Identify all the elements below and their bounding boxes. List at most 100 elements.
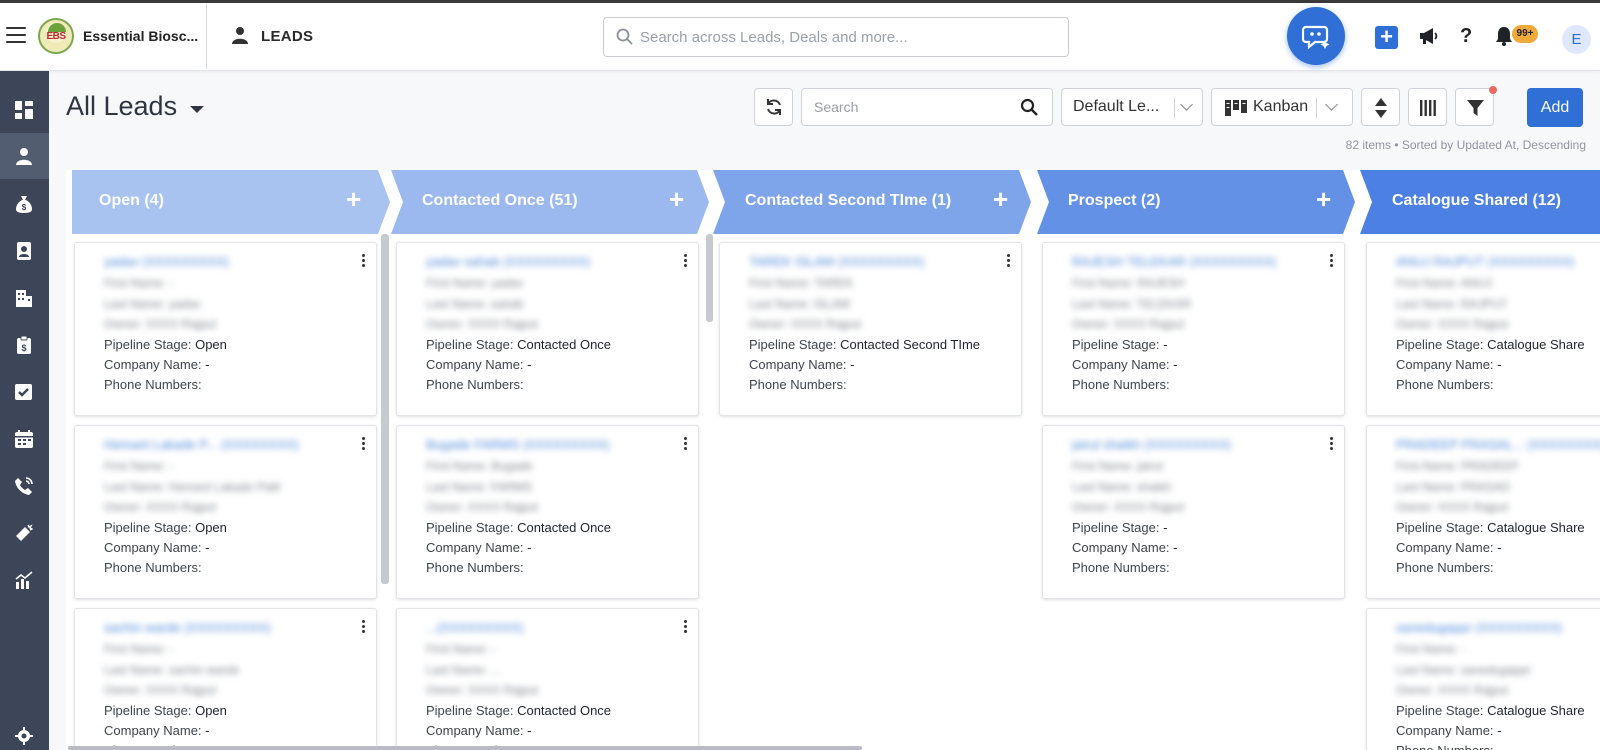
field-label: Phone Numbers: bbox=[426, 377, 524, 392]
lead-card[interactable]: TAREK ISLAM (XXXXXXXXX) First Name: TARE… bbox=[719, 242, 1022, 416]
svg-text:$: $ bbox=[21, 343, 26, 353]
lead-name-link[interactable]: sachin warde (XXXXXXXXX) bbox=[104, 620, 271, 635]
pipeline-stage-field: Pipeline Stage: Catalogue Share bbox=[1396, 520, 1585, 535]
lead-last-name: Last Name: sanedugappr bbox=[1396, 663, 1531, 677]
sidebar-item-dashboard[interactable] bbox=[0, 87, 49, 133]
add-lead-button[interactable]: Add bbox=[1527, 88, 1583, 127]
stage-header[interactable]: Prospect (2) + bbox=[1037, 170, 1355, 234]
company-name-value: - bbox=[1173, 540, 1178, 555]
column-scrollbar[interactable] bbox=[381, 234, 389, 584]
field-label: Pipeline Stage: bbox=[104, 337, 196, 352]
lead-first-name: First Name: yadav bbox=[426, 276, 524, 290]
leads-search-input[interactable] bbox=[814, 97, 1014, 117]
sidebar-item-settings[interactable] bbox=[0, 713, 49, 750]
card-menu-kebab-icon[interactable] bbox=[1330, 437, 1334, 451]
lead-card[interactable]: Bugade FARMS (XXXXXXXXX) First Name: Bug… bbox=[396, 425, 699, 599]
lead-name-link[interactable]: Hemant Lakade P... (XXXXXXXX) bbox=[104, 437, 299, 452]
sort-button[interactable] bbox=[1361, 88, 1400, 126]
lead-name-link[interactable]: yadav (XXXXXXXXX) bbox=[104, 254, 229, 269]
lead-card[interactable]: sachin warde (XXXXXXXXX) First Name: - L… bbox=[74, 608, 377, 750]
lead-name-link[interactable]: TAREK ISLAM (XXXXXXXXX) bbox=[749, 254, 924, 269]
lead-name-link[interactable]: ...(XXXXXXXXX) bbox=[426, 620, 524, 635]
search-icon[interactable] bbox=[1020, 98, 1038, 116]
global-search-input[interactable] bbox=[640, 24, 1060, 50]
columns-button[interactable] bbox=[1408, 88, 1447, 126]
select-separator bbox=[1316, 98, 1317, 118]
lead-first-name: First Name: Bugade bbox=[426, 459, 533, 473]
column-scrollbar[interactable] bbox=[706, 234, 713, 322]
caret-down-icon[interactable] bbox=[190, 106, 204, 113]
lead-card[interactable]: ...(XXXXXXXXX) First Name: - Last Name: … bbox=[396, 608, 699, 750]
lead-card[interactable]: yadav sahab (XXXXXXXXX) First Name: yada… bbox=[396, 242, 699, 416]
lead-name-link[interactable]: sanedugappr (XXXXXXXXX) bbox=[1396, 620, 1562, 635]
card-menu-kebab-icon[interactable] bbox=[684, 620, 688, 634]
add-to-stage-button[interactable]: + bbox=[993, 186, 1008, 212]
stage-label: Catalogue Shared (12) bbox=[1392, 192, 1561, 209]
card-menu-kebab-icon[interactable] bbox=[362, 437, 366, 451]
add-to-stage-button[interactable]: + bbox=[669, 186, 684, 212]
lead-name-link[interactable]: PRADEEP PRASAL... (XXXXXXXX) bbox=[1396, 437, 1600, 452]
header-divider bbox=[206, 5, 207, 69]
lead-card[interactable]: Hemant Lakade P... (XXXXXXXX) First Name… bbox=[74, 425, 377, 599]
filter-button[interactable] bbox=[1455, 88, 1494, 126]
card-menu-kebab-icon[interactable] bbox=[362, 254, 366, 268]
lead-card[interactable]: yadav (XXXXXXXXX) First Name: - Last Nam… bbox=[74, 242, 377, 416]
company-logo[interactable]: EBS bbox=[38, 18, 74, 54]
lead-name-link[interactable]: yadav sahab (XXXXXXXXX) bbox=[426, 254, 590, 269]
lead-name-link[interactable]: RAJESH TELEKAR (XXXXXXXXX) bbox=[1072, 254, 1276, 269]
sidebar-item-reports[interactable] bbox=[0, 557, 49, 603]
sidebar-item-calendar[interactable] bbox=[0, 416, 49, 462]
card-menu-kebab-icon[interactable] bbox=[1007, 254, 1011, 268]
lead-card[interactable]: ANUJ RAJPUT (XXXXXXXXX) First Name: ANUJ… bbox=[1366, 242, 1600, 416]
ai-assistant-button[interactable] bbox=[1287, 7, 1345, 65]
user-avatar[interactable]: E bbox=[1562, 25, 1591, 54]
sidebar-item-calls[interactable] bbox=[0, 463, 49, 509]
lead-name-link[interactable]: Bugade FARMS (XXXXXXXXX) bbox=[426, 437, 610, 452]
refresh-button[interactable] bbox=[754, 88, 793, 126]
lead-card[interactable]: RAJESH TELEKAR (XXXXXXXXX) First Name: R… bbox=[1042, 242, 1345, 416]
tasks-checkbox-icon bbox=[15, 384, 32, 400]
stage-header[interactable]: Contacted Second TIme (1) + bbox=[713, 170, 1031, 234]
lead-first-name: First Name: - bbox=[104, 459, 174, 473]
card-menu-kebab-icon[interactable] bbox=[362, 620, 366, 634]
company-name[interactable]: Essential Biosc... bbox=[83, 28, 198, 44]
lead-name-link[interactable]: jairul shaikh (XXXXXXXXX) bbox=[1072, 437, 1231, 452]
sidebar-item-campaigns[interactable] bbox=[0, 510, 49, 556]
sidebar-item-contacts[interactable] bbox=[0, 228, 49, 274]
pipeline-stage-field: Pipeline Stage: Contacted Once bbox=[426, 703, 611, 718]
help-icon[interactable]: ? bbox=[1460, 25, 1472, 48]
layout-select-dropdown[interactable]: Kanban bbox=[1211, 88, 1353, 126]
sidebar-item-deals[interactable]: $ bbox=[0, 181, 49, 227]
add-to-stage-button[interactable]: + bbox=[346, 186, 361, 212]
lead-card[interactable]: jairul shaikh (XXXXXXXXX) First Name: ja… bbox=[1042, 425, 1345, 599]
stage-header[interactable]: Catalogue Shared (12) bbox=[1360, 170, 1600, 234]
field-label: Pipeline Stage: bbox=[426, 703, 518, 718]
bell-icon[interactable] bbox=[1495, 26, 1513, 46]
lead-name-link[interactable]: ANUJ RAJPUT (XXXXXXXXX) bbox=[1396, 254, 1574, 269]
stage-header[interactable]: Contacted Once (51) + bbox=[391, 170, 709, 234]
company-name-field: Company Name: - bbox=[426, 723, 532, 738]
svg-text:$: $ bbox=[22, 203, 27, 212]
menu-hamburger-icon[interactable] bbox=[6, 27, 26, 45]
sidebar-item-tasks[interactable] bbox=[0, 369, 49, 415]
megaphone-icon[interactable] bbox=[1419, 27, 1439, 45]
card-menu-kebab-icon[interactable] bbox=[684, 254, 688, 268]
pipeline-stage-field: Pipeline Stage: Contacted Second TIme bbox=[749, 337, 980, 352]
app-header: EBS Essential Biosc... LEADS + ? 99+ E bbox=[0, 3, 1600, 71]
calls-icon bbox=[15, 477, 33, 495]
view-select-dropdown[interactable]: Default Le... bbox=[1061, 88, 1203, 126]
stage-header[interactable]: Open (4) + bbox=[72, 170, 390, 234]
quick-add-button[interactable]: + bbox=[1375, 26, 1398, 49]
card-menu-kebab-icon[interactable] bbox=[1330, 254, 1334, 268]
sidebar-item-leads[interactable] bbox=[0, 133, 49, 179]
sidebar-item-companies[interactable] bbox=[0, 275, 49, 321]
page-title[interactable]: All Leads bbox=[66, 91, 177, 122]
lead-card[interactable]: PRADEEP PRASAL... (XXXXXXXX) First Name:… bbox=[1366, 425, 1600, 599]
search-icon bbox=[616, 28, 633, 45]
lead-card[interactable]: sanedugappr (XXXXXXXXX) First Name: - La… bbox=[1366, 608, 1600, 750]
horizontal-scrollbar[interactable] bbox=[68, 746, 862, 750]
sidebar-item-clipboard[interactable]: $ bbox=[0, 322, 49, 368]
add-to-stage-button[interactable]: + bbox=[1316, 186, 1331, 212]
leads-person-icon bbox=[16, 148, 32, 165]
card-menu-kebab-icon[interactable] bbox=[684, 437, 688, 451]
